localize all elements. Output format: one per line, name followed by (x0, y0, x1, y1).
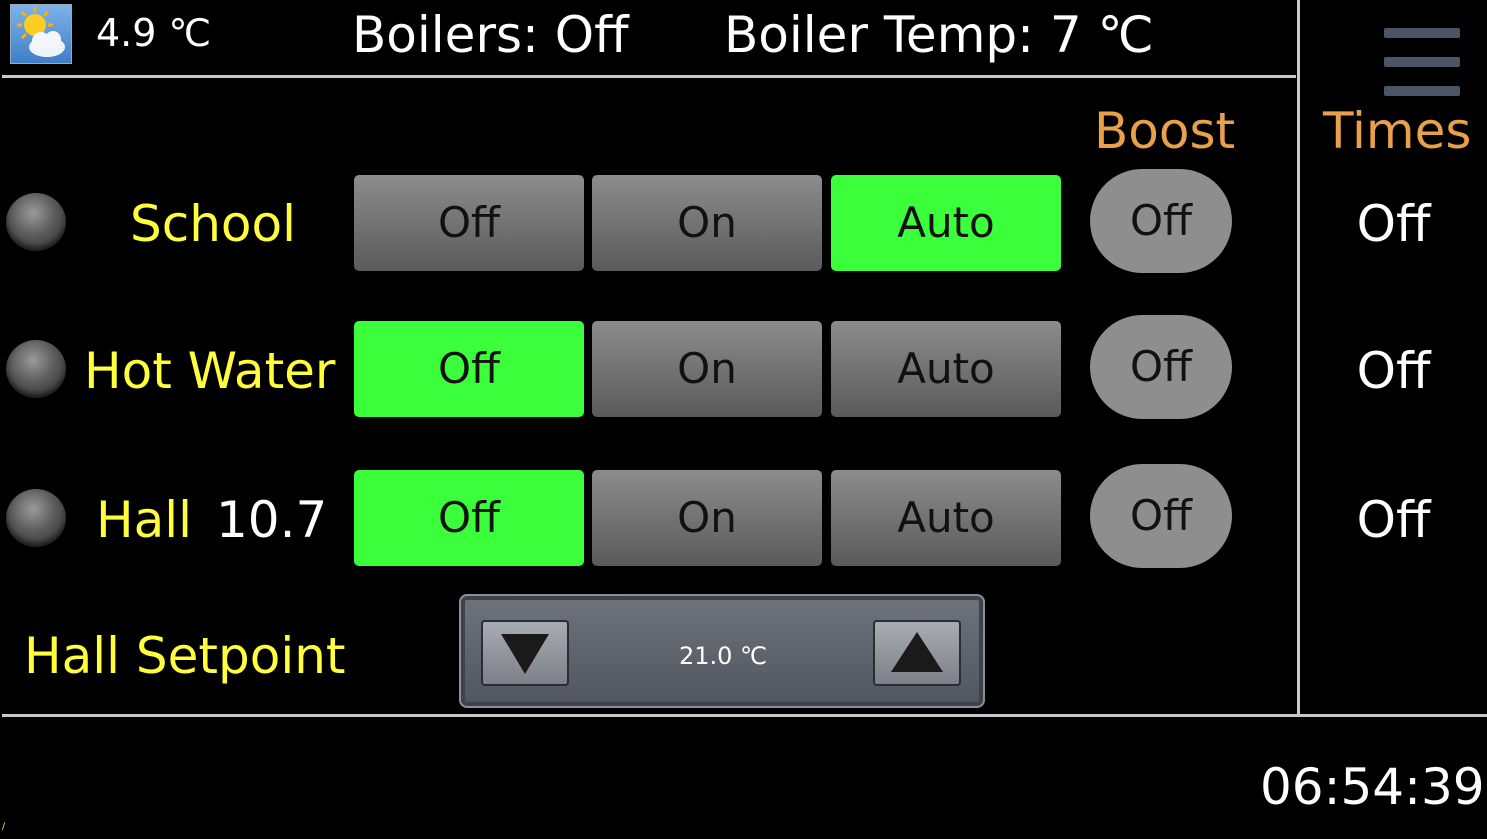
zone-label-hall: Hall (96, 491, 193, 549)
hot-water-on-button[interactable]: On (592, 321, 822, 417)
boost-column-header: Boost (1094, 102, 1236, 160)
hall-boost-button[interactable]: Off (1090, 464, 1232, 568)
heating-controller-screen: 4.9 ℃ Boilers: Off Boiler Temp: 7 ℃ Boos… (0, 0, 1487, 839)
school-boost-button[interactable]: Off (1090, 169, 1232, 273)
hot-water-times-value[interactable]: Off (1300, 342, 1487, 400)
hot-water-boost-button[interactable]: Off (1090, 315, 1232, 419)
triangle-down-icon (501, 634, 549, 674)
boiler-temperature: Boiler Temp: 7 ℃ (724, 6, 1154, 64)
setpoint-value: 21.0 ℃ (678, 642, 768, 670)
times-column-header: Times (1323, 102, 1472, 160)
hot-water-off-button[interactable]: Off (354, 321, 584, 417)
school-status-indicator (6, 193, 66, 251)
zone-label-school: School (130, 195, 296, 253)
hot-water-auto-button[interactable]: Auto (831, 321, 1061, 417)
header-divider (2, 75, 1296, 78)
setpoint-decrease-button[interactable] (481, 620, 569, 686)
boilers-status: Boilers: Off (352, 6, 629, 64)
corner-mark-icon: / (2, 822, 6, 832)
triangle-up-icon (891, 632, 943, 672)
outside-temperature: 4.9 ℃ (96, 11, 212, 55)
hall-off-button[interactable]: Off (354, 470, 584, 566)
hall-times-value[interactable]: Off (1300, 491, 1487, 549)
school-off-button[interactable]: Off (354, 175, 584, 271)
hall-auto-button[interactable]: Auto (831, 470, 1061, 566)
zone-label-hot-water: Hot Water (84, 342, 336, 400)
hall-setpoint-label: Hall Setpoint (24, 627, 346, 685)
school-on-button[interactable]: On (592, 175, 822, 271)
setpoint-increase-button[interactable] (873, 620, 961, 686)
hall-status-indicator (6, 489, 66, 547)
sun-cloud-icon (10, 4, 72, 64)
footer-divider (2, 714, 1487, 717)
school-times-value[interactable]: Off (1300, 195, 1487, 253)
hall-current-temperature: 10.7 (216, 491, 328, 549)
school-auto-button[interactable]: Auto (831, 175, 1061, 271)
hall-setpoint-stepper: 21.0 ℃ (459, 594, 985, 708)
hamburger-menu-icon[interactable] (1384, 28, 1460, 98)
hall-on-button[interactable]: On (592, 470, 822, 566)
hot-water-status-indicator (6, 340, 66, 398)
clock: 06:54:39 (1260, 758, 1485, 816)
